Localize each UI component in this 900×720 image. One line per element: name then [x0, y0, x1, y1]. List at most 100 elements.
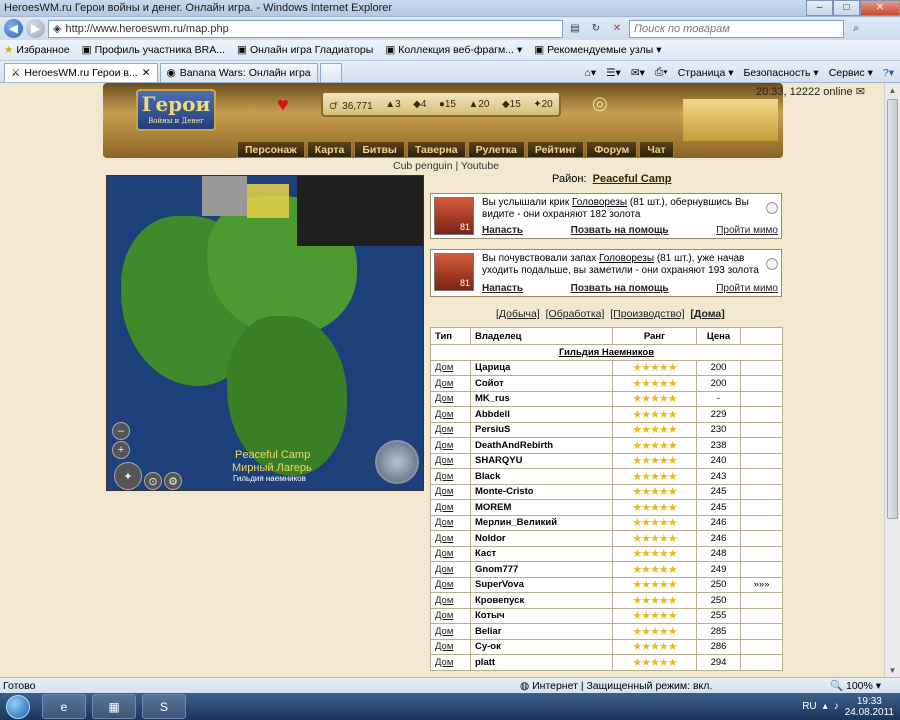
call-help-link[interactable]: Позвать на помощь: [571, 225, 669, 236]
owner-name[interactable]: MOREM: [470, 499, 613, 516]
extra-action[interactable]: [740, 437, 783, 454]
house-type-link[interactable]: Дом: [430, 514, 471, 531]
house-type-link[interactable]: Дом: [430, 654, 471, 671]
taskbar-ie-icon[interactable]: e: [42, 694, 86, 719]
house-type-link[interactable]: Дом: [430, 576, 471, 593]
attack-link[interactable]: Напасть: [482, 283, 523, 294]
safety-menu[interactable]: Безопасность ▾: [744, 67, 819, 79]
mail-icon[interactable]: ✉: [856, 86, 865, 98]
favorites-button[interactable]: ★ Избранное: [4, 44, 70, 56]
tab-heroeswm[interactable]: ⚔ HeroesWM.ru Герои в... ✕: [4, 63, 158, 82]
ring-icon[interactable]: ◎: [592, 93, 608, 114]
page-menu[interactable]: Страница ▾: [678, 67, 734, 79]
call-help-link[interactable]: Позвать на помощь: [571, 283, 669, 294]
extra-action[interactable]: [740, 592, 783, 609]
new-tab-button[interactable]: [319, 63, 342, 82]
favorite-item-1[interactable]: ▣ Профиль участника BRA...: [82, 44, 225, 56]
forward-button[interactable]: ▶: [26, 19, 45, 38]
owner-name[interactable]: DeathAndRebirth: [470, 437, 613, 454]
owner-name[interactable]: MK_rus: [470, 390, 613, 407]
search-icon[interactable]: ⌕: [847, 20, 865, 38]
extra-action[interactable]: [740, 483, 783, 500]
owner-name[interactable]: Царица: [470, 359, 613, 376]
owner-name[interactable]: PersiuS: [470, 421, 613, 438]
pass-by-link[interactable]: Пройти мимо: [716, 283, 778, 294]
event-select-radio[interactable]: [766, 258, 778, 270]
sub-links[interactable]: Cub penguin | Youtube: [393, 160, 499, 172]
map-navigation-wheel[interactable]: [375, 440, 419, 484]
house-type-link[interactable]: Дом: [430, 483, 471, 500]
owner-name[interactable]: SHARQYU: [470, 452, 613, 469]
world-map[interactable]: Peaceful Camp Мирный Лагерь Гильдия наем…: [106, 175, 424, 491]
menu-tavern[interactable]: Таверна: [406, 141, 466, 158]
house-type-link[interactable]: Дом: [430, 499, 471, 516]
map-settings-icon[interactable]: ⚙: [164, 472, 182, 490]
minimize-button[interactable]: –: [806, 0, 833, 16]
scroll-down-icon[interactable]: ▼: [885, 663, 900, 677]
extra-action[interactable]: [740, 390, 783, 407]
scroll-up-icon[interactable]: ▲: [885, 83, 900, 97]
house-type-link[interactable]: Дом: [430, 406, 471, 423]
extra-action[interactable]: [740, 406, 783, 423]
favorite-item-4[interactable]: ▣ Рекомендуемые узлы ▾: [534, 44, 661, 56]
clock[interactable]: 19:33 24.08.2011: [845, 696, 894, 718]
owner-name[interactable]: platt: [470, 654, 613, 671]
help-icon[interactable]: ?▾: [883, 67, 894, 79]
start-button[interactable]: [0, 693, 36, 720]
filter-houses[interactable]: [Дома]: [690, 308, 724, 320]
pass-by-link[interactable]: Пройти мимо: [716, 225, 778, 236]
extra-action[interactable]: [740, 359, 783, 376]
zoom-control[interactable]: 🔍 100% ▾: [830, 679, 881, 692]
house-type-link[interactable]: Дом: [430, 623, 471, 640]
zoom-in-icon[interactable]: +: [112, 441, 130, 459]
map-compass-icon[interactable]: ✦: [114, 462, 142, 490]
house-type-link[interactable]: Дом: [430, 530, 471, 547]
owner-name[interactable]: Сойот: [470, 375, 613, 392]
game-logo[interactable]: Герои Войны и Денег: [136, 89, 216, 131]
extra-action[interactable]: [740, 421, 783, 438]
house-type-link[interactable]: Дом: [430, 359, 471, 376]
filter-processing[interactable]: [Обработка]: [546, 308, 605, 320]
refresh-icon[interactable]: ↻: [587, 20, 605, 38]
owner-name[interactable]: Monte-Cristo: [470, 483, 613, 500]
owner-name[interactable]: SuperVova: [470, 576, 613, 593]
favorite-item-2[interactable]: ▣ Онлайн игра Гладиаторы: [237, 44, 373, 56]
guild-link[interactable]: Гильдия Наемников: [430, 344, 783, 361]
extra-action[interactable]: [740, 654, 783, 671]
owner-name[interactable]: Мерлин_Великий: [470, 514, 613, 531]
menu-roulette[interactable]: Рулетка: [467, 141, 525, 158]
house-type-link[interactable]: Дом: [430, 437, 471, 454]
house-type-link[interactable]: Дом: [430, 561, 471, 578]
maximize-button[interactable]: □: [833, 0, 860, 16]
map-center-icon[interactable]: ⊙: [144, 472, 162, 490]
stop-icon[interactable]: ✕: [608, 20, 626, 38]
extra-action[interactable]: [740, 514, 783, 531]
extra-action[interactable]: [740, 468, 783, 485]
menu-rating[interactable]: Рейтинг: [526, 141, 585, 158]
menu-battles[interactable]: Битвы: [354, 141, 405, 158]
back-button[interactable]: ◀: [4, 19, 23, 38]
owner-name[interactable]: Gnom777: [470, 561, 613, 578]
house-type-link[interactable]: Дом: [430, 375, 471, 392]
extra-action[interactable]: [740, 545, 783, 562]
owner-name[interactable]: Каст: [470, 545, 613, 562]
address-input[interactable]: ◈ http://www.heroeswm.ru/map.php: [48, 19, 563, 38]
extra-action[interactable]: [740, 607, 783, 624]
home-icon[interactable]: ⌂▾: [585, 67, 597, 79]
monster-link[interactable]: Головорезы: [599, 253, 654, 264]
print-icon[interactable]: ⎙▾: [655, 66, 668, 79]
favorite-item-3[interactable]: ▣ Коллекция веб-фрагм... ▾: [385, 44, 522, 56]
close-tab-icon[interactable]: ✕: [142, 67, 151, 79]
volume-icon[interactable]: ♪: [834, 701, 839, 712]
event-select-radio[interactable]: [766, 202, 778, 214]
house-type-link[interactable]: Дом: [430, 452, 471, 469]
zoom-out-icon[interactable]: –: [112, 422, 130, 440]
district-link[interactable]: Peaceful Camp: [593, 173, 672, 185]
owner-name[interactable]: Кровепуск: [470, 592, 613, 609]
extra-action[interactable]: [740, 561, 783, 578]
menu-chat[interactable]: Чат: [639, 141, 674, 158]
house-type-link[interactable]: Дом: [430, 468, 471, 485]
owner-name[interactable]: Beliar: [470, 623, 613, 640]
page-scrollbar[interactable]: ▲ ▼: [884, 83, 900, 677]
extra-action[interactable]: [740, 623, 783, 640]
